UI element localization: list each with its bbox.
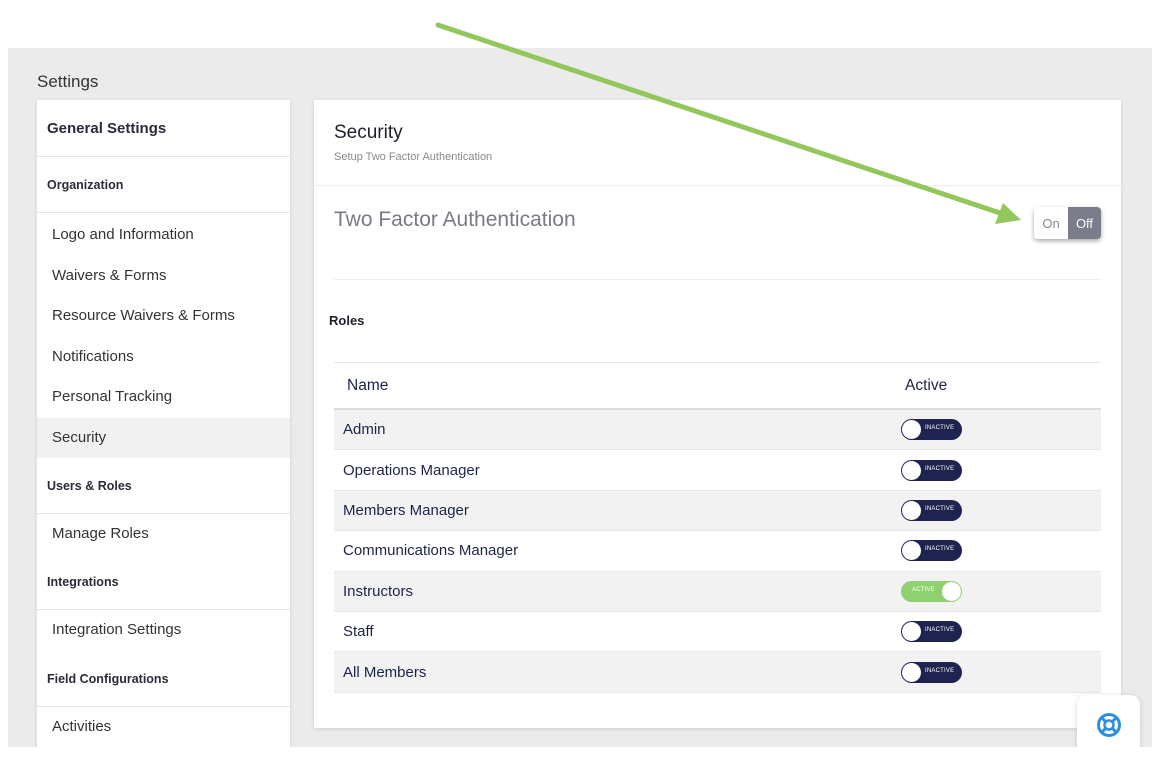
column-header-name: Name xyxy=(347,376,389,394)
two-factor-on-option[interactable]: On xyxy=(1034,207,1068,239)
table-row: Communications Manager INACTIVE xyxy=(334,531,1101,572)
sidebar-item-notifications[interactable]: Notifications xyxy=(37,337,290,377)
toggle-knob xyxy=(902,662,921,682)
role-name: All Members xyxy=(343,663,427,681)
toggle-status: INACTIVE xyxy=(925,546,955,553)
role-active-toggle[interactable]: ACTIVE xyxy=(901,580,962,602)
toggle-knob xyxy=(902,460,921,480)
panel-title: Security xyxy=(334,122,403,143)
toggle-knob xyxy=(942,581,961,601)
table-row: Operations Manager INACTIVE xyxy=(334,450,1101,491)
sidebar-item-waivers-forms[interactable]: Waivers & Forms xyxy=(37,256,290,296)
toggle-status: INACTIVE xyxy=(925,505,955,512)
toggle-status: ACTIVE xyxy=(912,586,935,593)
security-panel: Security Setup Two Factor Authentication… xyxy=(314,100,1121,728)
role-name: Communications Manager xyxy=(343,542,519,560)
toggle-status: INACTIVE xyxy=(925,627,955,634)
settings-page: Settings General Settings Organization L… xyxy=(8,48,1152,747)
sidebar-header: General Settings xyxy=(37,100,290,157)
two-factor-label: Two Factor Authentication xyxy=(334,208,576,231)
sidebar-item-personal-tracking[interactable]: Personal Tracking xyxy=(37,377,290,417)
role-name: Members Manager xyxy=(343,501,469,519)
sidebar-item-activities[interactable]: Activities xyxy=(37,707,290,747)
table-row: Members Manager INACTIVE xyxy=(334,490,1101,532)
roles-label: Roles xyxy=(329,313,365,328)
table-row: All Members INACTIVE xyxy=(334,652,1101,693)
table-row: Admin INACTIVE xyxy=(334,410,1101,451)
settings-sidebar: General Settings Organization Logo and I… xyxy=(37,100,290,747)
sidebar-item-logo-and-information[interactable]: Logo and Information xyxy=(37,213,290,256)
toggle-status: INACTIVE xyxy=(925,425,955,432)
toggle-status: INACTIVE xyxy=(925,667,955,674)
role-active-toggle[interactable]: INACTIVE xyxy=(901,540,962,562)
toggle-knob xyxy=(902,541,921,561)
toggle-knob xyxy=(902,420,921,440)
role-name: Staff xyxy=(343,623,374,641)
role-name: Admin xyxy=(343,421,386,439)
sidebar-item-resource-waivers-forms[interactable]: Resource Waivers & Forms xyxy=(37,296,290,336)
sidebar-section-integrations: Integrations xyxy=(37,554,290,611)
role-active-toggle[interactable]: INACTIVE xyxy=(901,419,962,441)
sidebar-section-field-configurations: Field Configurations xyxy=(37,651,290,707)
role-active-toggle[interactable]: INACTIVE xyxy=(901,459,962,481)
table-row: Instructors ACTIVE xyxy=(334,571,1101,612)
toggle-status: INACTIVE xyxy=(925,465,955,472)
table-header: Name Active xyxy=(334,363,1101,410)
column-header-active: Active xyxy=(905,376,948,394)
role-active-toggle[interactable]: INACTIVE xyxy=(901,621,962,643)
two-factor-row: Two Factor Authentication On Off xyxy=(334,186,1101,280)
sidebar-item-integration-settings[interactable]: Integration Settings xyxy=(37,610,290,650)
panel-subtitle: Setup Two Factor Authentication xyxy=(334,151,493,163)
two-factor-toggle[interactable]: On Off xyxy=(1034,207,1101,239)
toggle-knob xyxy=(902,500,921,520)
sidebar-item-security[interactable]: Security xyxy=(37,417,290,458)
help-button[interactable] xyxy=(1077,695,1140,747)
panel-header: Security Setup Two Factor Authentication xyxy=(314,100,1121,186)
two-factor-off-option[interactable]: Off xyxy=(1068,207,1101,239)
role-name: Operations Manager xyxy=(343,461,480,479)
role-name: Instructors xyxy=(343,582,414,600)
role-active-toggle[interactable]: INACTIVE xyxy=(901,499,962,521)
page-title: Settings xyxy=(37,72,99,91)
toggle-knob xyxy=(902,622,921,642)
lifebuoy-icon xyxy=(1096,713,1121,737)
sidebar-item-manage-roles[interactable]: Manage Roles xyxy=(37,514,290,554)
sidebar-section-organization: Organization xyxy=(37,157,290,213)
roles-table: Name Active Admin INACTIVE Operations Ma… xyxy=(334,362,1101,693)
sidebar-section-users-roles: Users & Roles xyxy=(37,458,290,514)
role-active-toggle[interactable]: INACTIVE xyxy=(901,661,962,683)
table-row: Staff INACTIVE xyxy=(334,612,1101,653)
